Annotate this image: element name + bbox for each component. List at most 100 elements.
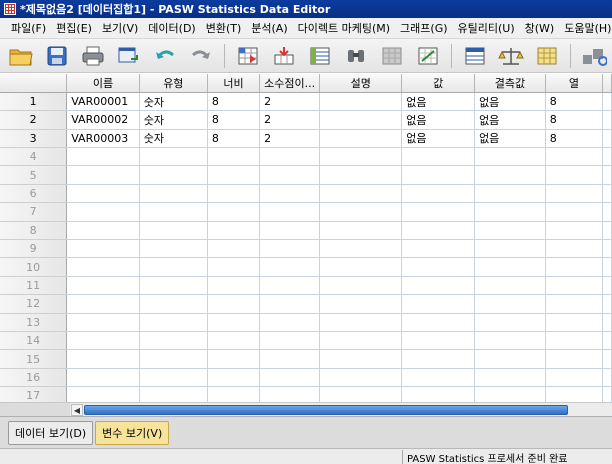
menu-item-8[interactable]: 유틸리티(U)	[453, 20, 520, 36]
grid-cell[interactable]	[545, 165, 604, 185]
grid-cell[interactable]	[545, 276, 604, 296]
grid-cell[interactable]	[602, 294, 612, 314]
grid-cell[interactable]	[602, 368, 612, 388]
grid-cell[interactable]	[319, 129, 403, 149]
grid-cell[interactable]	[401, 386, 476, 402]
grid-cell[interactable]	[259, 331, 321, 351]
grid-cell[interactable]	[207, 239, 261, 259]
grid-cell[interactable]	[545, 386, 604, 402]
row-number[interactable]: 2	[0, 110, 68, 130]
row-number[interactable]: 15	[0, 349, 68, 369]
column-header-7[interactable]: 열	[545, 74, 604, 93]
grid-cell[interactable]	[66, 221, 140, 241]
grid-cell[interactable]	[602, 386, 612, 402]
grid-cell[interactable]	[66, 257, 140, 277]
row-number[interactable]: 16	[0, 368, 68, 388]
row-number[interactable]: 17	[0, 386, 68, 402]
grid-cell[interactable]	[401, 202, 476, 222]
grid-cell[interactable]	[401, 294, 476, 314]
grid-cell[interactable]	[545, 147, 604, 167]
column-header-2[interactable]: 너비	[207, 74, 261, 93]
grid-cell[interactable]	[319, 331, 403, 351]
grid-cell[interactable]	[259, 386, 321, 402]
grid-cell[interactable]	[545, 184, 604, 204]
grid-cell[interactable]	[474, 257, 546, 277]
row-number[interactable]: 5	[0, 165, 68, 185]
grid-cell[interactable]	[319, 184, 403, 204]
grid-cell[interactable]	[474, 313, 546, 332]
grid-cell[interactable]	[139, 386, 208, 402]
grid-cell[interactable]: VAR00002	[66, 110, 140, 130]
grid-cell[interactable]	[66, 368, 140, 388]
grid-cell[interactable]	[401, 331, 476, 351]
horizontal-scrollbar[interactable]: ◀	[70, 402, 612, 416]
grid-cell[interactable]	[474, 147, 546, 167]
grid-cell[interactable]	[139, 147, 208, 167]
grid-cell[interactable]	[207, 147, 261, 167]
grid-cell[interactable]	[474, 349, 546, 369]
grid-cell[interactable]	[259, 276, 321, 296]
grid-cell[interactable]	[545, 313, 604, 332]
grid-cell[interactable]	[401, 184, 476, 204]
grid-cell[interactable]	[259, 165, 321, 185]
grid-cell[interactable]	[207, 368, 261, 388]
grid-cell[interactable]	[207, 184, 261, 204]
grid-cell[interactable]	[319, 257, 403, 277]
row-number[interactable]: 13	[0, 313, 68, 332]
grid-cell[interactable]	[319, 294, 403, 314]
grid-cell[interactable]	[66, 184, 140, 204]
menu-item-2[interactable]: 보기(V)	[97, 20, 143, 36]
grid-cell[interactable]	[139, 239, 208, 259]
grid-cell[interactable]	[602, 184, 612, 204]
grid-cell[interactable]	[474, 184, 546, 204]
undo-icon[interactable]	[150, 42, 180, 70]
grid-cell[interactable]	[319, 110, 403, 130]
grid-cell[interactable]	[545, 294, 604, 314]
grid-cell[interactable]	[207, 221, 261, 241]
grid-cell[interactable]	[319, 147, 403, 167]
row-number[interactable]: 6	[0, 184, 68, 204]
row-number[interactable]: 11	[0, 276, 68, 296]
insert-cases-icon[interactable]	[377, 42, 407, 70]
grid-cell[interactable]	[602, 257, 612, 277]
grid-cell[interactable]	[319, 276, 403, 296]
grid-cell[interactable]: 없음	[474, 110, 546, 130]
grid-cell[interactable]	[319, 92, 403, 112]
grid-cell[interactable]	[66, 313, 140, 332]
grid-cell[interactable]	[545, 349, 604, 369]
spss-app-icon[interactable]	[4, 3, 16, 15]
grid-cell[interactable]	[66, 147, 140, 167]
row-number[interactable]: 10	[0, 257, 68, 277]
value-labels-icon[interactable]	[579, 42, 609, 70]
grid-cell[interactable]: 없음	[474, 92, 546, 112]
row-number[interactable]: 4	[0, 147, 68, 167]
row-number[interactable]: 12	[0, 294, 68, 314]
grid-cell[interactable]: 숫자	[139, 129, 208, 149]
tab-variable-view[interactable]: 변수 보기(V)	[95, 421, 170, 445]
grid-cell[interactable]	[602, 202, 612, 222]
grid-cell[interactable]	[545, 257, 604, 277]
grid-cell[interactable]	[602, 110, 612, 130]
grid-cell[interactable]: 숫자	[139, 92, 208, 112]
grid-cell[interactable]: 없음	[474, 129, 546, 149]
grid-cell[interactable]: 없음	[401, 129, 476, 149]
print-icon[interactable]	[78, 42, 108, 70]
row-number[interactable]: 3	[0, 129, 68, 149]
tab-data-view[interactable]: 데이터 보기(D)	[8, 421, 94, 445]
grid-cell[interactable]	[207, 313, 261, 332]
grid-cell[interactable]	[319, 202, 403, 222]
grid-cell[interactable]	[259, 221, 321, 241]
grid-cell[interactable]	[259, 257, 321, 277]
grid-cell[interactable]	[545, 239, 604, 259]
grid-cell[interactable]	[66, 331, 140, 351]
menu-item-5[interactable]: 분석(A)	[246, 20, 292, 36]
menu-item-6[interactable]: 다이렉트 마케팅(M)	[293, 20, 395, 36]
grid-cell[interactable]	[139, 257, 208, 277]
column-header-6[interactable]: 결측값	[474, 74, 546, 93]
grid-corner[interactable]	[0, 74, 68, 93]
grid-cell[interactable]	[139, 331, 208, 351]
menu-item-3[interactable]: 데이터(D)	[143, 20, 200, 36]
grid-cell[interactable]	[207, 386, 261, 402]
menu-item-1[interactable]: 편집(E)	[51, 20, 97, 36]
grid-cell[interactable]	[139, 276, 208, 296]
